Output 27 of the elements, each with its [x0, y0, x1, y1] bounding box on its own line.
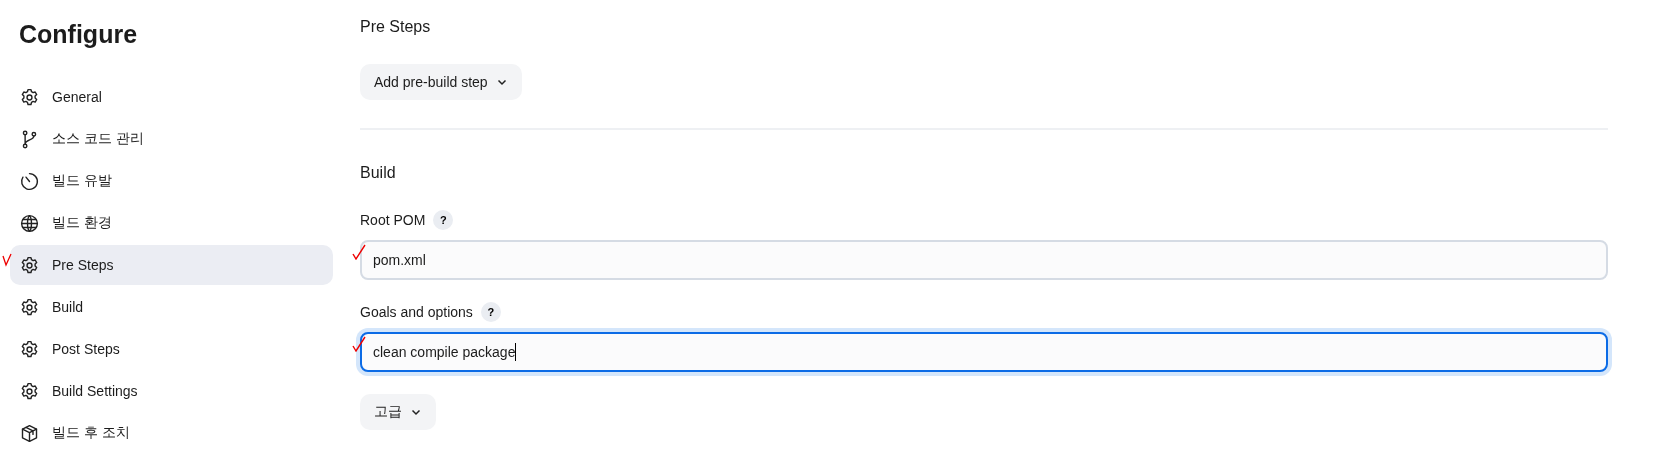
sidebar-item[interactable]: Build Settings	[10, 371, 333, 411]
gear-icon	[19, 86, 40, 108]
field-label: Root POM	[360, 212, 426, 228]
timer-icon	[19, 170, 40, 192]
sidebar-item[interactable]: 빌드 유발	[10, 161, 333, 201]
page-title: Configure	[19, 20, 139, 49]
dropdown-button[interactable]: 고급	[360, 394, 436, 430]
dropdown-button[interactable]: Add pre-build step	[360, 64, 522, 100]
section-heading: Build	[360, 164, 397, 182]
sidebar-item[interactable]: Post Steps	[10, 329, 333, 369]
section-heading: Pre Steps	[360, 18, 432, 36]
sidebar-item[interactable]: Pre Steps	[10, 245, 333, 285]
gear-icon	[19, 296, 40, 318]
globe-icon	[19, 212, 40, 234]
field-label: Goals and options	[360, 304, 473, 320]
gear-icon	[19, 380, 40, 402]
text-field[interactable]: pom.xml	[360, 240, 1608, 280]
sidebar-item[interactable]: Build	[10, 287, 333, 327]
help-button[interactable]: ?	[480, 302, 501, 322]
gear-icon	[19, 338, 40, 360]
sidebar-item[interactable]: 빌드 환경	[10, 203, 333, 243]
package-icon	[19, 422, 40, 444]
sidebar-item[interactable]: General	[10, 77, 333, 117]
gear-icon	[19, 254, 40, 276]
help-button[interactable]: ?	[433, 210, 454, 230]
sidebar-item[interactable]: 빌드 후 조치	[10, 413, 333, 453]
sidebar-item[interactable]: 소스 코드 관리	[10, 119, 333, 159]
